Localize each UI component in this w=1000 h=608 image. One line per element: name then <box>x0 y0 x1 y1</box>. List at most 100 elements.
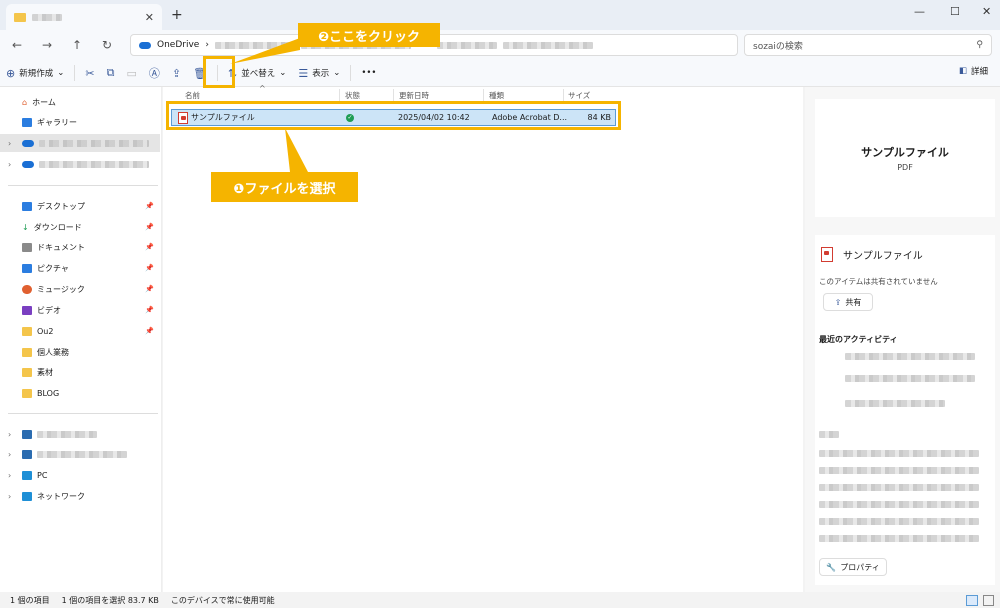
forward-icon[interactable]: → <box>32 38 62 52</box>
pin-icon[interactable]: 📌 <box>145 306 154 314</box>
sidebar-item-gallery[interactable]: ギャラリー <box>0 113 160 131</box>
minimize-button[interactable]: — <box>914 5 925 18</box>
onedrive-icon <box>22 139 34 147</box>
pin-icon[interactable]: 📌 <box>145 223 154 231</box>
column-header-type[interactable]: 種類 <box>489 90 504 101</box>
column-header-date[interactable]: 更新日時 <box>399 90 429 101</box>
drive-icon <box>22 449 32 459</box>
paste-button[interactable]: ▭ <box>120 63 142 83</box>
chevron-right-icon: › <box>8 429 12 439</box>
column-separator[interactable] <box>483 89 484 101</box>
close-window-button[interactable]: ✕ <box>982 5 991 18</box>
maximize-button[interactable]: ☐ <box>950 5 960 18</box>
sidebar-label-redacted <box>37 450 127 458</box>
paste-icon: ▭ <box>126 66 137 80</box>
pin-icon[interactable]: 📌 <box>145 327 154 335</box>
copy-button[interactable]: ⧉ <box>101 63 121 83</box>
chevron-right-icon: › <box>8 449 12 459</box>
column-separator[interactable] <box>563 89 564 101</box>
details-pane-icon: ◧ <box>958 66 967 76</box>
callout-step-2: ❷ここをクリック <box>298 23 440 47</box>
column-separator[interactable] <box>393 89 394 101</box>
pin-icon[interactable]: 📌 <box>145 202 154 210</box>
rename-button[interactable]: Ⓐ <box>143 63 166 83</box>
wrench-icon: 🔧 <box>826 562 837 572</box>
sidebar-item-pc[interactable]: › PC <box>0 466 160 484</box>
details-view-icon[interactable] <box>966 594 978 606</box>
property-row-redacted <box>819 518 979 525</box>
chevron-right-icon: › <box>8 159 12 169</box>
sidebar-divider <box>8 185 158 186</box>
status-availability: このデバイスで常に使用可能 <box>170 595 275 605</box>
sidebar-item-label: 個人業務 <box>37 347 69 357</box>
activity-item-redacted <box>845 400 945 407</box>
back-icon[interactable]: ← <box>2 38 32 52</box>
sidebar-item-videos[interactable]: ビデオ 📌 <box>0 301 160 319</box>
sidebar-item-materials[interactable]: 素材 <box>0 363 160 381</box>
sidebar-label-redacted <box>39 139 149 147</box>
sidebar-item-blog[interactable]: BLOG <box>0 384 160 402</box>
title-bar: ✕ + — ☐ ✕ <box>0 0 1000 30</box>
window-tab[interactable]: ✕ <box>6 4 162 30</box>
navigation-pane: ⌂ ホーム ギャラリー › › デスクトップ 📌 ↓ ダウンロード 📌 ドキュメ… <box>0 87 162 592</box>
tab-title-redacted <box>32 13 62 21</box>
sidebar-item-pictures[interactable]: ピクチャ 📌 <box>0 259 160 277</box>
details-label: 詳細 <box>970 67 988 77</box>
highlight-file-row <box>166 101 621 130</box>
command-bar: ⊕ 新規作成 ⌄ ✂ ⧉ ▭ Ⓐ ⇪ 🗑 ⇅ 並べ替え ⌄ ☰ 表示 ⌄ •••… <box>0 60 1000 87</box>
sidebar-item-network[interactable]: › ネットワーク <box>0 487 160 505</box>
pin-icon[interactable]: 📌 <box>145 243 154 251</box>
sidebar-item-label: ネットワーク <box>37 491 85 501</box>
property-row-redacted <box>819 484 979 491</box>
sidebar-item-label: ダウンロード <box>33 222 82 232</box>
pin-icon[interactable]: 📌 <box>145 264 154 272</box>
column-header-size[interactable]: サイズ <box>568 90 590 101</box>
search-input[interactable]: sozaiの検索 ⚲ <box>744 34 992 56</box>
column-header-status[interactable]: 状態 <box>345 90 360 101</box>
sidebar-item-music[interactable]: ミュージック 📌 <box>0 280 160 298</box>
copy-icon: ⧉ <box>106 66 115 79</box>
search-placeholder: sozaiの検索 <box>753 41 803 52</box>
more-options-button[interactable]: ••• <box>355 63 382 83</box>
rename-icon: Ⓐ <box>148 67 160 80</box>
sidebar-item-personal-work[interactable]: 個人業務 <box>0 343 160 361</box>
sidebar-label-redacted <box>37 430 97 438</box>
sidebar-item-onedrive[interactable]: › <box>0 155 160 173</box>
details-pane-button[interactable]: ◧ 詳細 <box>959 65 988 77</box>
tab-close-icon[interactable]: ✕ <box>145 11 154 24</box>
property-row-redacted <box>819 535 979 542</box>
status-bar: 1 個の項目 1 個の項目を選択 83.7 KB このデバイスで常に使用可能 <box>0 592 1000 608</box>
folder-icon <box>22 347 32 357</box>
sidebar-item-drive-1[interactable]: › <box>0 425 160 443</box>
properties-button[interactable]: 🔧 プロパティ <box>819 558 887 576</box>
new-tab-button[interactable]: + <box>171 7 183 23</box>
address-location: OneDrive <box>157 40 200 50</box>
column-header-name[interactable]: 名前 <box>185 90 200 101</box>
pin-icon[interactable]: 📌 <box>145 285 154 293</box>
sidebar-item-onedrive-selected[interactable]: › <box>0 134 160 152</box>
sidebar-item-desktop[interactable]: デスクトップ 📌 <box>0 197 160 215</box>
file-list: ^ 名前 状態 更新日時 種類 サイズ サンプルファイル ✓ 2025/04/0… <box>163 84 803 592</box>
folder-icon <box>22 326 32 336</box>
property-heading-redacted <box>819 431 839 438</box>
info-card: サンプルファイル このアイテムは共有されていません ⇪ 共有 最近のアクティビテ… <box>815 235 995 585</box>
refresh-icon[interactable]: ↻ <box>92 38 122 52</box>
new-button[interactable]: ⊕ 新規作成 ⌄ <box>0 63 70 83</box>
plus-circle-icon: ⊕ <box>6 66 16 80</box>
sidebar-item-documents[interactable]: ドキュメント 📌 <box>0 238 160 256</box>
share-icon: ⇪ <box>834 297 842 307</box>
share-button[interactable]: ⇪ <box>166 63 187 83</box>
share-button-label: 共有 <box>845 297 862 307</box>
details-file-header: サンプルファイル <box>821 247 923 262</box>
sidebar-item-drive-2[interactable]: › <box>0 445 160 463</box>
column-separator[interactable] <box>339 89 340 101</box>
sidebar-item-ou2[interactable]: Ou2 📌 <box>0 322 160 340</box>
sidebar-label-redacted <box>39 160 149 168</box>
up-icon[interactable]: ↑ <box>62 38 92 52</box>
cut-button[interactable]: ✂ <box>79 63 100 83</box>
chevron-down-icon: ⌄ <box>279 68 287 78</box>
sidebar-item-home[interactable]: ⌂ ホーム <box>0 93 160 111</box>
sidebar-item-downloads[interactable]: ↓ ダウンロード 📌 <box>0 218 160 236</box>
share-details-button[interactable]: ⇪ 共有 <box>823 293 873 311</box>
tiles-view-icon[interactable] <box>983 594 994 606</box>
